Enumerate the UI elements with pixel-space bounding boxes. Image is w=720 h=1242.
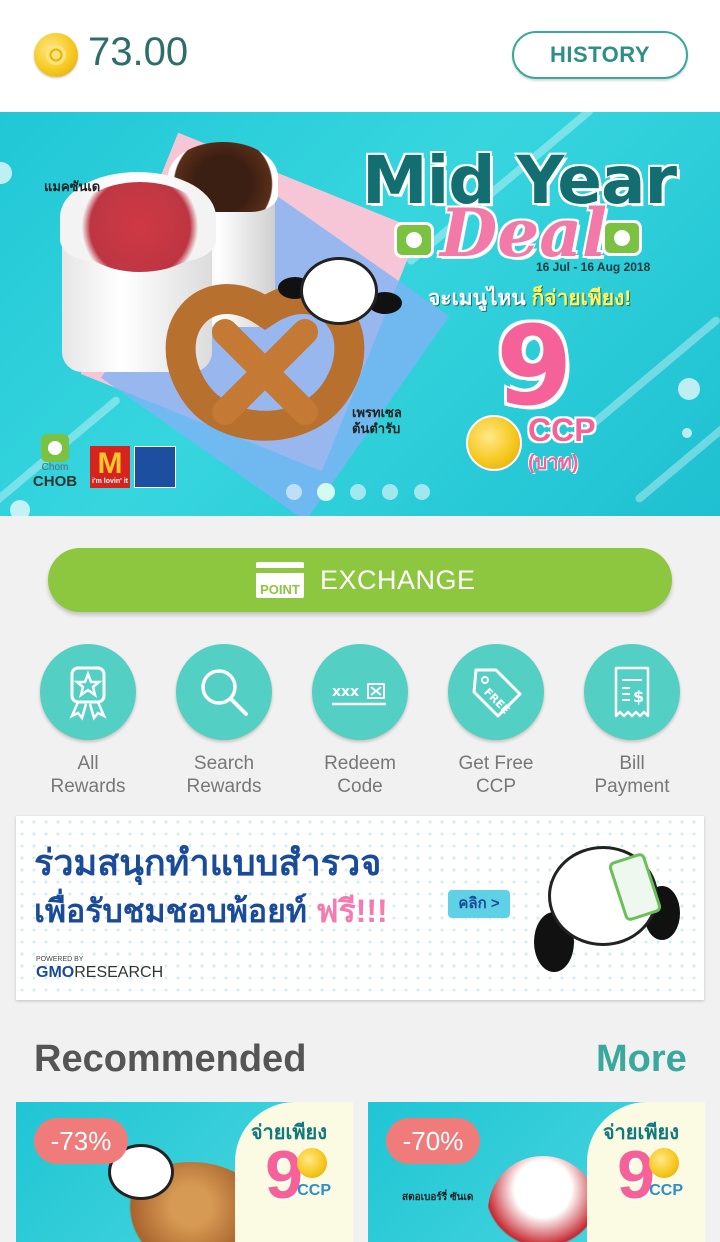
svg-text:FREE: FREE — [481, 686, 512, 717]
svg-text:xxx: xxx — [332, 684, 359, 700]
coin-icon — [34, 33, 78, 77]
decor-bubble — [0, 162, 12, 184]
coin-icon — [466, 415, 522, 471]
search-icon — [201, 669, 248, 716]
survey-headline: ร่วมสนุกทำแบบสำรวจ — [34, 842, 382, 883]
history-button[interactable]: HISTORY — [512, 31, 688, 79]
food-label: สตอเบอร์รี่ ซันเด — [402, 1192, 474, 1203]
gmo-research-logo: GMORESEARCH — [36, 964, 163, 982]
chob-text-large: CHOB — [32, 473, 78, 490]
mascot-character — [300, 257, 378, 325]
exchange-button[interactable]: POINT EXCHANGE — [48, 548, 672, 612]
more-link[interactable]: More — [596, 1038, 687, 1081]
promo-currency-unit: (บาท) — [528, 452, 579, 474]
category-label-line1: All — [77, 753, 99, 774]
sundae-image — [488, 1156, 598, 1242]
category-all-rewards[interactable]: All Rewards — [28, 644, 148, 798]
survey-subline-text: เพื่อรับชมชอบพ้อยท์ — [34, 893, 316, 929]
decor-stripe — [633, 407, 720, 505]
point-icon-text: POINT — [260, 582, 300, 597]
category-label-line1: Bill — [619, 753, 645, 774]
free-tag-icon: FREE — [472, 668, 522, 718]
research-brand: RESEARCH — [74, 964, 164, 981]
category-label-line2: Payment — [594, 776, 670, 797]
category-label-line1: Search — [193, 753, 255, 774]
survey-click-button[interactable]: คลิก > — [448, 890, 510, 918]
survey-banner[interactable]: ร่วมสนุกทำแบบสำรวจ เพื่อรับชมชอบพ้อยท์ ฟ… — [16, 816, 704, 1000]
promo-banner[interactable]: แมคซันเด เพรทเซล ต้นตำรับ Chom CHOB Mi'm… — [0, 112, 720, 516]
decor-bubble — [682, 428, 692, 438]
top-bar: 73.00 HISTORY — [0, 0, 720, 112]
bill-receipt-icon: $ — [614, 666, 650, 718]
reward-card[interactable]: จ่ายเพียง 9 CCP -73% — [16, 1102, 353, 1242]
chob-text-small: Chom — [41, 462, 69, 473]
discount-badge: -73% — [34, 1118, 128, 1164]
label-pretzel-2: ต้นตำรับ — [352, 421, 401, 436]
exchange-label: EXCHANGE — [320, 565, 476, 595]
coin-icon — [297, 1148, 327, 1178]
powered-by-label: POWERED BY — [36, 956, 84, 963]
category-label-line1: Get Free — [458, 753, 534, 774]
award-ribbon-icon — [69, 666, 107, 721]
promo-price: 9 — [496, 302, 573, 430]
category-search-rewards[interactable]: Search Rewards — [164, 644, 284, 798]
svg-text:$: $ — [633, 687, 644, 706]
chomchob-logo: Chom CHOB — [30, 434, 80, 490]
decor-stripe — [578, 315, 720, 437]
card-currency: CCP — [649, 1182, 683, 1199]
category-redeem-code[interactable]: xxx Redeem Code — [300, 644, 420, 798]
carousel-dot-active[interactable] — [318, 484, 334, 500]
decor-bubble — [10, 500, 30, 516]
category-circle — [176, 644, 272, 740]
category-label: Search Rewards — [164, 752, 284, 798]
carousel-dot[interactable] — [414, 484, 430, 500]
category-circle: FREE — [448, 644, 544, 740]
card-price: 9 — [617, 1137, 655, 1213]
carousel-dot[interactable] — [350, 484, 366, 500]
survey-subline: เพื่อรับชมชอบพ้อยท์ ฟรี!!! — [34, 886, 388, 937]
decor-bubble — [678, 378, 700, 400]
carousel-dot[interactable] — [286, 484, 302, 500]
category-label: All Rewards — [28, 752, 148, 798]
category-label: Bill Payment — [572, 752, 692, 798]
category-bill-payment[interactable]: $ Bill Payment — [572, 644, 692, 798]
reward-card[interactable]: สตอเบอร์รี่ ซันเด จ่ายเพียง 9 CCP -70% — [368, 1102, 705, 1242]
mcdonalds-logo: Mi'm lovin' it — [90, 446, 130, 488]
category-circle — [40, 644, 136, 740]
carousel-indicator — [286, 484, 430, 500]
gmo-brand: GMO — [36, 964, 75, 981]
discount-badge: -70% — [386, 1118, 480, 1164]
chomchob-mark — [41, 434, 69, 462]
coin-icon — [649, 1148, 679, 1178]
category-label-line1: Redeem — [324, 753, 396, 774]
promo-date-range: 16 Jul - 16 Aug 2018 — [536, 260, 651, 274]
point-card-icon: POINT — [256, 562, 304, 598]
category-label-line2: CCP — [475, 776, 517, 797]
survey-free-text: ฟรี!!! — [315, 893, 388, 929]
chomchob-badge — [394, 222, 434, 258]
card-currency: CCP — [297, 1182, 331, 1199]
carousel-dot[interactable] — [382, 484, 398, 500]
section-title-recommended: Recommended — [34, 1038, 307, 1080]
category-label: Get Free CCP — [436, 752, 556, 798]
category-label-line2: Rewards — [186, 776, 262, 797]
category-get-free-ccp[interactable]: FREE Get Free CCP — [436, 644, 556, 798]
mcd-slogan: i'm lovin' it — [92, 478, 128, 485]
category-label-line2: Rewards — [50, 776, 126, 797]
category-circle: $ — [584, 644, 680, 740]
category-label-line2: Code — [337, 776, 383, 797]
points-balance: 73.00 — [88, 30, 189, 74]
label-sundae: แมคซันเด — [44, 179, 101, 194]
promo-currency: CCP — [528, 412, 596, 448]
partner-logo — [134, 446, 176, 488]
card-price: 9 — [265, 1137, 303, 1213]
category-circle: xxx — [312, 644, 408, 740]
chomchob-badge — [602, 220, 642, 256]
category-label: Redeem Code — [300, 752, 420, 798]
redeem-code-icon: xxx — [332, 683, 386, 706]
